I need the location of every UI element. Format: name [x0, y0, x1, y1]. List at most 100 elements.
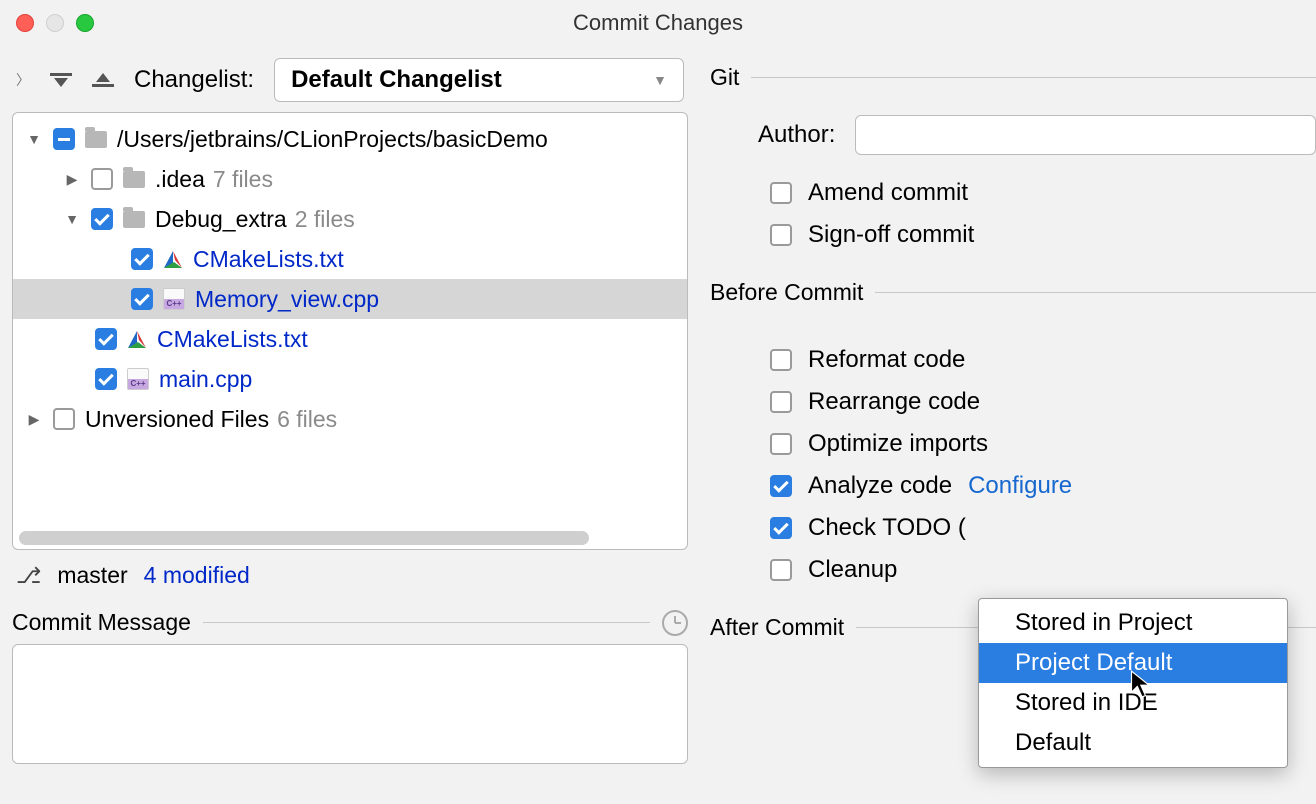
optimize-option[interactable]: Optimize imports [770, 430, 1316, 458]
popup-item-default[interactable]: Default [979, 723, 1287, 763]
close-window-icon[interactable] [16, 14, 34, 32]
modified-count[interactable]: 4 modified [144, 562, 250, 589]
folder-icon [85, 131, 107, 148]
expand-all-icon[interactable] [50, 73, 72, 87]
author-field: Author: [758, 115, 1316, 155]
divider [875, 292, 1316, 293]
zoom-window-icon[interactable] [76, 14, 94, 32]
folder-icon [123, 171, 145, 188]
analyze-option[interactable]: Analyze code Configure [770, 472, 1316, 500]
reformat-label: Reformat code [808, 346, 965, 374]
before-commit-label: Before Commit [710, 279, 863, 306]
checkbox-analyze[interactable] [770, 475, 792, 497]
window-title: Commit Changes [573, 10, 743, 36]
commit-message-input[interactable] [12, 644, 688, 764]
file-name: CMakeLists.txt [193, 246, 344, 273]
scrollbar-thumb[interactable] [19, 531, 589, 545]
checkbox-optimize[interactable] [770, 433, 792, 455]
changelist-select[interactable]: Default Changelist ▼ [274, 58, 684, 102]
rearrange-label: Rearrange code [808, 388, 980, 416]
debug-name: Debug_extra [155, 206, 287, 233]
unversioned-name: Unversioned Files [85, 406, 269, 433]
amend-label: Amend commit [808, 179, 968, 207]
unversioned-count: 6 files [277, 406, 337, 433]
changes-tree-panel: ▼ /Users/jetbrains/CLionProjects/basicDe… [12, 112, 688, 550]
git-section: Git [710, 64, 1316, 91]
checkbox-todo[interactable] [770, 517, 792, 539]
checkbox-file[interactable] [95, 368, 117, 390]
author-input[interactable] [855, 115, 1316, 155]
chevron-right-icon[interactable]: ▶ [63, 171, 81, 188]
checkbox-cleanup[interactable] [770, 559, 792, 581]
titlebar: Commit Changes [0, 0, 1316, 46]
tree-file-row[interactable]: C++ main.cpp [13, 359, 687, 399]
chevron-down-icon: ▼ [653, 72, 667, 88]
window-controls [16, 14, 94, 32]
checkbox-debug[interactable] [91, 208, 113, 230]
optimize-label: Optimize imports [808, 430, 988, 458]
folder-icon [123, 211, 145, 228]
rearrange-option[interactable]: Rearrange code [770, 388, 1316, 416]
history-back-icon[interactable]: 〉 [16, 70, 30, 90]
tree-idea-row[interactable]: ▶ .idea 7 files [13, 159, 687, 199]
popup-item-stored-project[interactable]: Stored in Project [979, 603, 1287, 643]
signoff-label: Sign-off commit [808, 221, 974, 249]
chevron-down-icon[interactable]: ▼ [25, 131, 43, 147]
cmake-icon [163, 249, 183, 269]
file-name: Memory_view.cpp [195, 286, 379, 313]
branch-icon: ⎇ [16, 563, 41, 589]
cursor-icon [1130, 670, 1154, 704]
debug-count: 2 files [295, 206, 355, 233]
cmake-icon [127, 329, 147, 349]
root-path: /Users/jetbrains/CLionProjects/basicDemo [117, 126, 548, 153]
checkbox-unversioned[interactable] [53, 408, 75, 430]
tree-unversioned-row[interactable]: ▶ Unversioned Files 6 files [13, 399, 687, 439]
analyze-label: Analyze code [808, 472, 952, 500]
cpp-file-icon: C++ [163, 288, 185, 310]
chevron-right-icon[interactable]: ▶ [25, 411, 43, 428]
tree-debug-row[interactable]: ▼ Debug_extra 2 files [13, 199, 687, 239]
tree-root-row[interactable]: ▼ /Users/jetbrains/CLionProjects/basicDe… [13, 119, 687, 159]
todo-label: Check TODO ( [808, 514, 966, 542]
checkbox-rearrange[interactable] [770, 391, 792, 413]
checkbox-file[interactable] [131, 248, 153, 270]
tree-file-row[interactable]: CMakeLists.txt [13, 239, 687, 279]
checkbox-file[interactable] [131, 288, 153, 310]
git-label: Git [710, 64, 739, 91]
author-label: Author: [758, 121, 835, 149]
tree-file-row-selected[interactable]: C++ Memory_view.cpp [13, 279, 687, 319]
divider [751, 77, 1316, 78]
commit-message-section: Commit Message [12, 609, 688, 636]
history-icon[interactable] [662, 610, 688, 636]
checkbox-root[interactable] [53, 128, 75, 150]
cleanup-label: Cleanup [808, 556, 897, 584]
checkbox-signoff[interactable] [770, 224, 792, 246]
status-bar: ⎇ master 4 modified [8, 550, 692, 601]
idea-count: 7 files [213, 166, 273, 193]
commit-message-label: Commit Message [12, 609, 191, 636]
file-name: CMakeLists.txt [157, 326, 308, 353]
configure-link[interactable]: Configure [968, 472, 1072, 500]
signoff-option[interactable]: Sign-off commit [770, 221, 1316, 249]
branch-name: master [57, 562, 127, 589]
checkbox-file[interactable] [95, 328, 117, 350]
collapse-all-icon[interactable] [92, 73, 114, 87]
checkbox-reformat[interactable] [770, 349, 792, 371]
divider [203, 622, 650, 623]
check-todo-option[interactable]: Check TODO ( [770, 514, 1316, 542]
checkbox-idea[interactable] [91, 168, 113, 190]
amend-option[interactable]: Amend commit [770, 179, 1316, 207]
horizontal-scrollbar[interactable] [19, 531, 681, 545]
cpp-file-icon: C++ [127, 368, 149, 390]
checkbox-amend[interactable] [770, 182, 792, 204]
tree-file-row[interactable]: CMakeLists.txt [13, 319, 687, 359]
minimize-window-icon[interactable] [46, 14, 64, 32]
changelist-value: Default Changelist [291, 66, 502, 94]
idea-name: .idea [155, 166, 205, 193]
before-commit-section: Before Commit [710, 279, 1316, 306]
changelist-label: Changelist: [134, 66, 254, 94]
reformat-option[interactable]: Reformat code [770, 346, 1316, 374]
changes-toolbar: 〉 Changelist: Default Changelist ▼ [8, 58, 692, 112]
chevron-down-icon[interactable]: ▼ [63, 211, 81, 227]
cleanup-option[interactable]: Cleanup [770, 556, 1316, 584]
